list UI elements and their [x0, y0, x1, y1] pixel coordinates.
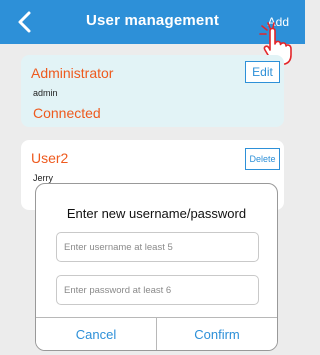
user-name: Administrator	[31, 65, 114, 81]
user-login: admin	[33, 88, 58, 98]
cancel-button[interactable]: Cancel	[36, 318, 156, 350]
credentials-dialog: Enter new username/password Cancel Confi…	[35, 183, 278, 351]
confirm-button[interactable]: Confirm	[156, 318, 277, 350]
dialog-title: Enter new username/password	[66, 206, 247, 221]
user-login: Jerry	[33, 173, 53, 183]
password-input[interactable]	[56, 275, 259, 305]
delete-button[interactable]: Delete	[245, 148, 280, 170]
username-input[interactable]	[56, 232, 259, 262]
edit-button[interactable]: Edit	[245, 61, 280, 83]
connection-status: Connected	[33, 105, 101, 121]
dialog-footer: Cancel Confirm	[36, 317, 277, 350]
user-name: User2	[31, 150, 69, 166]
user-card-administrator: Administrator admin Connected Edit	[21, 55, 284, 127]
